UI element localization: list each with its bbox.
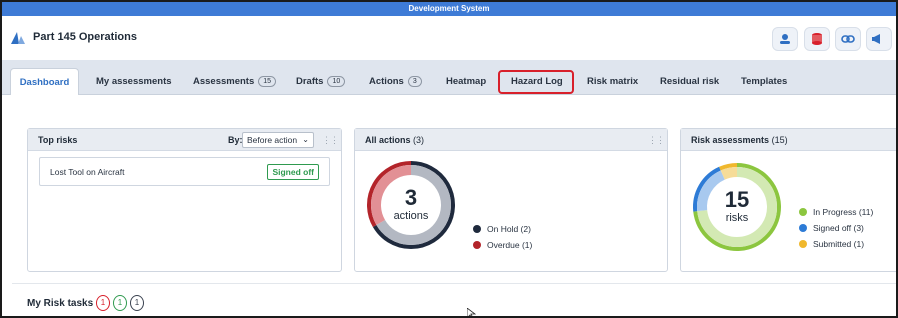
risks-unit: risks bbox=[725, 212, 749, 224]
app-header: Part 145 Operations bbox=[2, 16, 896, 60]
app-title: Part 145 Operations bbox=[33, 31, 137, 43]
sort-by-select[interactable]: Before action ⌄ bbox=[242, 132, 314, 148]
megaphone-icon bbox=[872, 34, 880, 44]
mouse-cursor-icon bbox=[467, 308, 476, 316]
actions-donut-label: 3 actions bbox=[366, 185, 456, 223]
legend-item-on-hold[interactable]: On Hold (2) bbox=[473, 221, 532, 237]
tab-assessments[interactable]: Assessments 15 bbox=[193, 68, 277, 95]
actions-unit: actions bbox=[393, 210, 429, 222]
legend-dot bbox=[799, 224, 807, 232]
announcements-button[interactable] bbox=[866, 27, 892, 51]
risks-total: 15 bbox=[724, 187, 750, 212]
task-count-pill-red[interactable]: 1 bbox=[96, 295, 110, 311]
drag-handle-icon[interactable]: ⋮⋮ bbox=[648, 135, 665, 146]
legend-dot bbox=[799, 208, 807, 216]
drag-handle-icon[interactable]: ⋮⋮ bbox=[322, 135, 339, 146]
card-title: All actions (3) bbox=[365, 135, 425, 145]
tab-residual-risk[interactable]: Residual risk bbox=[660, 68, 719, 95]
tab-risk-matrix[interactable]: Risk matrix bbox=[587, 68, 638, 95]
actions-legend: On Hold (2) Overdue (1) bbox=[473, 221, 532, 253]
tab-dashboard[interactable]: Dashboard bbox=[10, 68, 79, 95]
legend-dot bbox=[473, 241, 481, 249]
legend-item-signed-off[interactable]: Signed off (3) bbox=[799, 220, 873, 236]
my-risk-tasks-title: My Risk tasks bbox=[27, 298, 94, 309]
card-header: Risk assessments (15) bbox=[681, 129, 896, 151]
top-risks-card: Top risks By: Before action ⌄ ⋮⋮ Lost To… bbox=[27, 128, 342, 272]
link-button[interactable] bbox=[835, 27, 861, 51]
by-label: By: bbox=[228, 135, 243, 145]
tab-my-assessments[interactable]: My assessments bbox=[96, 68, 172, 95]
card-title: Risk assessments (15) bbox=[691, 135, 788, 145]
tab-count-badge: 15 bbox=[258, 76, 277, 87]
divider bbox=[12, 283, 896, 284]
card-title: Top risks bbox=[38, 135, 78, 145]
tab-actions[interactable]: Actions 3 bbox=[369, 68, 422, 95]
tab-heatmap[interactable]: Heatmap bbox=[446, 68, 486, 95]
database-icon bbox=[812, 33, 822, 45]
status-badge: Signed off bbox=[267, 164, 319, 180]
legend-dot bbox=[473, 225, 481, 233]
all-actions-card: All actions (3) ⋮⋮ 3 actions On Hold (2)… bbox=[354, 128, 668, 272]
list-item[interactable]: Lost Tool on Aircraft Signed off bbox=[39, 157, 330, 186]
tab-count-badge: 10 bbox=[327, 76, 346, 87]
user-hat-icon bbox=[780, 34, 790, 44]
legend-item-in-progress[interactable]: In Progress (11) bbox=[799, 204, 873, 220]
tab-drafts[interactable]: Drafts 10 bbox=[296, 68, 346, 95]
legend-dot bbox=[799, 240, 807, 248]
database-button[interactable] bbox=[804, 27, 830, 51]
legend-item-submitted[interactable]: Submitted (1) bbox=[799, 236, 873, 252]
risks-donut-label: 15 risks bbox=[692, 187, 782, 225]
tab-count-badge: 3 bbox=[407, 76, 422, 87]
link-icon bbox=[841, 35, 855, 43]
legend-item-overdue[interactable]: Overdue (1) bbox=[473, 237, 532, 253]
app-logo-icon bbox=[11, 32, 25, 44]
task-count-pill-green[interactable]: 1 bbox=[113, 295, 127, 311]
risks-legend: In Progress (11) Signed off (3) Submitte… bbox=[799, 204, 873, 252]
app-window: Development System Part 145 Operations D… bbox=[0, 0, 898, 318]
chevron-down-icon: ⌄ bbox=[302, 135, 309, 144]
tab-templates[interactable]: Templates bbox=[741, 68, 787, 95]
task-count-pill-dark[interactable]: 1 bbox=[130, 295, 144, 311]
actions-total: 3 bbox=[404, 185, 418, 210]
card-header: All actions (3) ⋮⋮ bbox=[355, 129, 667, 151]
profile-button[interactable] bbox=[772, 27, 798, 51]
risk-name: Lost Tool on Aircraft bbox=[50, 167, 125, 177]
donut-slice-inner[interactable] bbox=[720, 167, 738, 180]
risk-assessments-card: Risk assessments (15) 15 risks In Progre… bbox=[680, 128, 896, 272]
environment-banner: Development System bbox=[2, 2, 896, 16]
hazard-log-highlight bbox=[498, 70, 574, 94]
card-header: Top risks By: Before action ⌄ ⋮⋮ bbox=[28, 129, 341, 151]
tab-bar: Dashboard My assessments Assessments 15 D… bbox=[2, 60, 896, 95]
